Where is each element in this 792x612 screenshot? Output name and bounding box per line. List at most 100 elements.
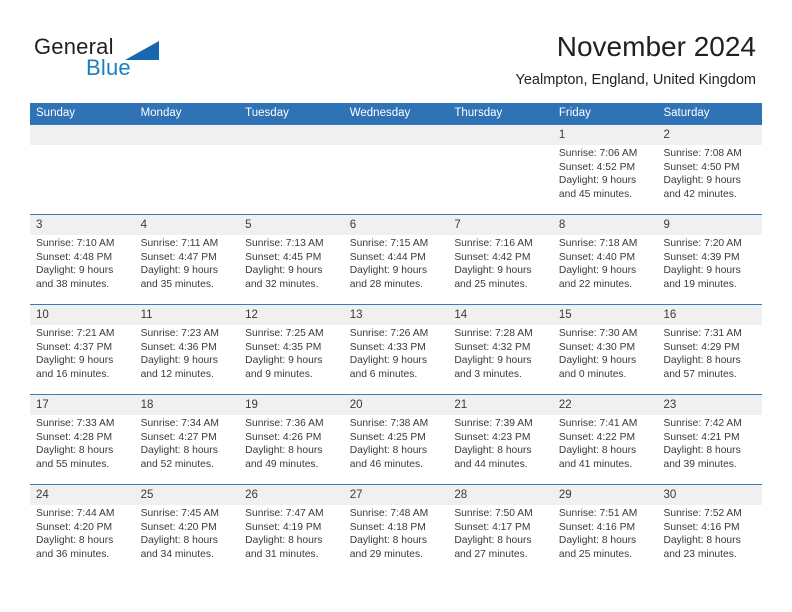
day-cell[interactable]: Sunrise: 7:15 AM Sunset: 4:44 PM Dayligh… bbox=[344, 235, 449, 304]
day-cell[interactable]: Sunrise: 7:52 AM Sunset: 4:16 PM Dayligh… bbox=[657, 505, 762, 574]
sunrise-text: Sunrise: 7:13 AM bbox=[245, 238, 324, 249]
sunrise-text: Sunrise: 7:36 AM bbox=[245, 418, 324, 429]
day-number: 18 bbox=[140, 399, 154, 411]
day-cell[interactable]: Sunrise: 7:38 AM Sunset: 4:25 PM Dayligh… bbox=[344, 415, 449, 484]
daylight-text: Daylight: 9 hours and 25 minutes. bbox=[454, 265, 532, 291]
day-cell[interactable] bbox=[448, 145, 553, 214]
day-number: 6 bbox=[349, 219, 357, 231]
day-number: 2 bbox=[663, 129, 670, 141]
day-cell[interactable]: Sunrise: 7:45 AM Sunset: 4:20 PM Dayligh… bbox=[135, 505, 240, 574]
day-cell[interactable]: Sunrise: 7:51 AM Sunset: 4:16 PM Dayligh… bbox=[553, 505, 658, 574]
calendar-week-row: 17 18 19 20 21 22 23 Sunrise: 7:33 AM Su… bbox=[30, 394, 762, 484]
daylight-text: Daylight: 8 hours and 52 minutes. bbox=[140, 445, 218, 471]
brand-name-blue: Blue bbox=[86, 55, 131, 80]
sunrise-text: Sunrise: 7:20 AM bbox=[663, 238, 742, 249]
day-cell[interactable]: Sunrise: 7:25 AM Sunset: 4:35 PM Dayligh… bbox=[239, 325, 344, 394]
daylight-text: Daylight: 9 hours and 19 minutes. bbox=[663, 265, 741, 291]
sunset-text: Sunset: 4:48 PM bbox=[36, 251, 113, 263]
day-cell[interactable]: Sunrise: 7:20 AM Sunset: 4:39 PM Dayligh… bbox=[657, 235, 762, 304]
day-cell[interactable] bbox=[344, 145, 449, 214]
day-cell[interactable]: Sunrise: 7:13 AM Sunset: 4:45 PM Dayligh… bbox=[239, 235, 344, 304]
sunrise-text: Sunrise: 7:50 AM bbox=[454, 508, 533, 519]
sunset-text: Sunset: 4:44 PM bbox=[349, 251, 426, 263]
day-cell[interactable]: Sunrise: 7:18 AM Sunset: 4:40 PM Dayligh… bbox=[553, 235, 658, 304]
day-number: 21 bbox=[454, 399, 468, 411]
day-cell[interactable]: Sunrise: 7:44 AM Sunset: 4:20 PM Dayligh… bbox=[30, 505, 135, 574]
sunset-text: Sunset: 4:16 PM bbox=[558, 521, 636, 533]
day-cell[interactable]: Sunrise: 7:36 AM Sunset: 4:26 PM Dayligh… bbox=[239, 415, 344, 484]
day-cell[interactable]: Sunrise: 7:08 AM Sunset: 4:50 PM Dayligh… bbox=[657, 145, 762, 214]
day-of-week-header: Sunday Monday Tuesday Wednesday Thursday… bbox=[30, 103, 762, 124]
week-detail-band: Sunrise: 7:06 AM Sunset: 4:52 PM Dayligh… bbox=[30, 145, 762, 214]
daylight-text: Daylight: 9 hours and 16 minutes. bbox=[36, 355, 114, 381]
day-cell[interactable]: Sunrise: 7:33 AM Sunset: 4:28 PM Dayligh… bbox=[30, 415, 135, 484]
sunset-text: Sunset: 4:36 PM bbox=[140, 341, 217, 353]
day-number: 27 bbox=[349, 489, 363, 501]
day-number: 29 bbox=[558, 489, 572, 501]
sunrise-text: Sunrise: 7:42 AM bbox=[663, 418, 742, 429]
day-cell[interactable]: Sunrise: 7:06 AM Sunset: 4:52 PM Dayligh… bbox=[553, 145, 658, 214]
sunrise-text: Sunrise: 7:38 AM bbox=[349, 418, 429, 429]
daylight-text: Daylight: 9 hours and 3 minutes. bbox=[454, 355, 532, 381]
day-cell[interactable]: Sunrise: 7:47 AM Sunset: 4:19 PM Dayligh… bbox=[239, 505, 344, 574]
sunset-text: Sunset: 4:37 PM bbox=[36, 341, 113, 353]
sunrise-text: Sunrise: 7:39 AM bbox=[454, 418, 533, 429]
sunset-text: Sunset: 4:47 PM bbox=[140, 251, 217, 263]
daylight-text: Daylight: 9 hours and 38 minutes. bbox=[36, 265, 114, 291]
day-cell[interactable]: Sunrise: 7:28 AM Sunset: 4:32 PM Dayligh… bbox=[448, 325, 553, 394]
day-cell[interactable]: Sunrise: 7:30 AM Sunset: 4:30 PM Dayligh… bbox=[553, 325, 658, 394]
sunrise-text: Sunrise: 7:52 AM bbox=[663, 508, 742, 519]
day-number: 1 bbox=[558, 129, 566, 141]
day-cell[interactable]: Sunrise: 7:41 AM Sunset: 4:22 PM Dayligh… bbox=[553, 415, 658, 484]
day-number: 12 bbox=[245, 309, 258, 321]
day-number: 10 bbox=[36, 309, 49, 321]
week-number-band: 17 18 19 20 21 22 23 bbox=[30, 395, 762, 415]
day-cell[interactable]: Sunrise: 7:10 AM Sunset: 4:48 PM Dayligh… bbox=[30, 235, 135, 304]
day-number: 15 bbox=[558, 309, 572, 321]
calendar-week-row: 10 11 12 13 14 15 16 Sunrise: 7:21 AM Su… bbox=[30, 304, 762, 394]
daylight-text: Daylight: 8 hours and 55 minutes. bbox=[36, 445, 114, 471]
week-number-band: 3 4 5 6 7 8 9 bbox=[30, 215, 762, 235]
day-number: 11 bbox=[140, 309, 153, 321]
week-number-band: 10 11 12 13 14 15 16 bbox=[30, 305, 762, 325]
day-cell[interactable]: Sunrise: 7:48 AM Sunset: 4:18 PM Dayligh… bbox=[344, 505, 449, 574]
calendar-page: General Blue November 2024 Yealmpton, En… bbox=[0, 0, 792, 612]
daylight-text: Daylight: 8 hours and 49 minutes. bbox=[245, 445, 323, 471]
day-cell[interactable]: Sunrise: 7:42 AM Sunset: 4:21 PM Dayligh… bbox=[657, 415, 762, 484]
day-cell[interactable]: Sunrise: 7:34 AM Sunset: 4:27 PM Dayligh… bbox=[135, 415, 240, 484]
sunset-text: Sunset: 4:52 PM bbox=[558, 161, 636, 173]
daylight-text: Daylight: 8 hours and 36 minutes. bbox=[36, 535, 114, 561]
daylight-text: Daylight: 8 hours and 31 minutes. bbox=[245, 535, 323, 561]
day-number: 9 bbox=[663, 219, 670, 231]
day-number: 14 bbox=[454, 309, 468, 321]
sunrise-text: Sunrise: 7:34 AM bbox=[140, 418, 219, 429]
day-cell[interactable]: Sunrise: 7:31 AM Sunset: 4:29 PM Dayligh… bbox=[657, 325, 762, 394]
sunset-text: Sunset: 4:29 PM bbox=[663, 341, 740, 353]
day-cell[interactable]: Sunrise: 7:23 AM Sunset: 4:36 PM Dayligh… bbox=[135, 325, 240, 394]
location-subtitle: Yealmpton, England, United Kingdom bbox=[515, 72, 757, 88]
day-cell[interactable] bbox=[239, 145, 344, 214]
day-cell[interactable]: Sunrise: 7:21 AM Sunset: 4:37 PM Dayligh… bbox=[30, 325, 135, 394]
day-cell[interactable]: Sunrise: 7:11 AM Sunset: 4:47 PM Dayligh… bbox=[135, 235, 240, 304]
sunrise-text: Sunrise: 7:06 AM bbox=[558, 148, 638, 159]
sunset-text: Sunset: 4:20 PM bbox=[36, 521, 113, 533]
day-cell[interactable]: Sunrise: 7:16 AM Sunset: 4:42 PM Dayligh… bbox=[448, 235, 553, 304]
day-cell[interactable] bbox=[135, 145, 240, 214]
daylight-text: Daylight: 8 hours and 27 minutes. bbox=[454, 535, 532, 561]
day-number: 16 bbox=[663, 309, 677, 321]
sunrise-text: Sunrise: 7:25 AM bbox=[245, 328, 324, 339]
daylight-text: Daylight: 9 hours and 9 minutes. bbox=[245, 355, 323, 381]
day-number: 26 bbox=[245, 489, 258, 501]
sunset-text: Sunset: 4:22 PM bbox=[558, 431, 636, 443]
sunrise-text: Sunrise: 7:26 AM bbox=[349, 328, 429, 339]
day-cell[interactable] bbox=[30, 145, 135, 214]
sunset-text: Sunset: 4:19 PM bbox=[245, 521, 322, 533]
daylight-text: Daylight: 8 hours and 46 minutes. bbox=[349, 445, 428, 471]
daylight-text: Daylight: 9 hours and 45 minutes. bbox=[558, 175, 637, 201]
sunrise-text: Sunrise: 7:15 AM bbox=[349, 238, 429, 249]
brand-logo[interactable]: General Blue bbox=[34, 34, 214, 90]
day-cell[interactable]: Sunrise: 7:39 AM Sunset: 4:23 PM Dayligh… bbox=[448, 415, 553, 484]
day-cell[interactable]: Sunrise: 7:26 AM Sunset: 4:33 PM Dayligh… bbox=[344, 325, 449, 394]
sunrise-text: Sunrise: 7:10 AM bbox=[36, 238, 115, 249]
day-cell[interactable]: Sunrise: 7:50 AM Sunset: 4:17 PM Dayligh… bbox=[448, 505, 553, 574]
